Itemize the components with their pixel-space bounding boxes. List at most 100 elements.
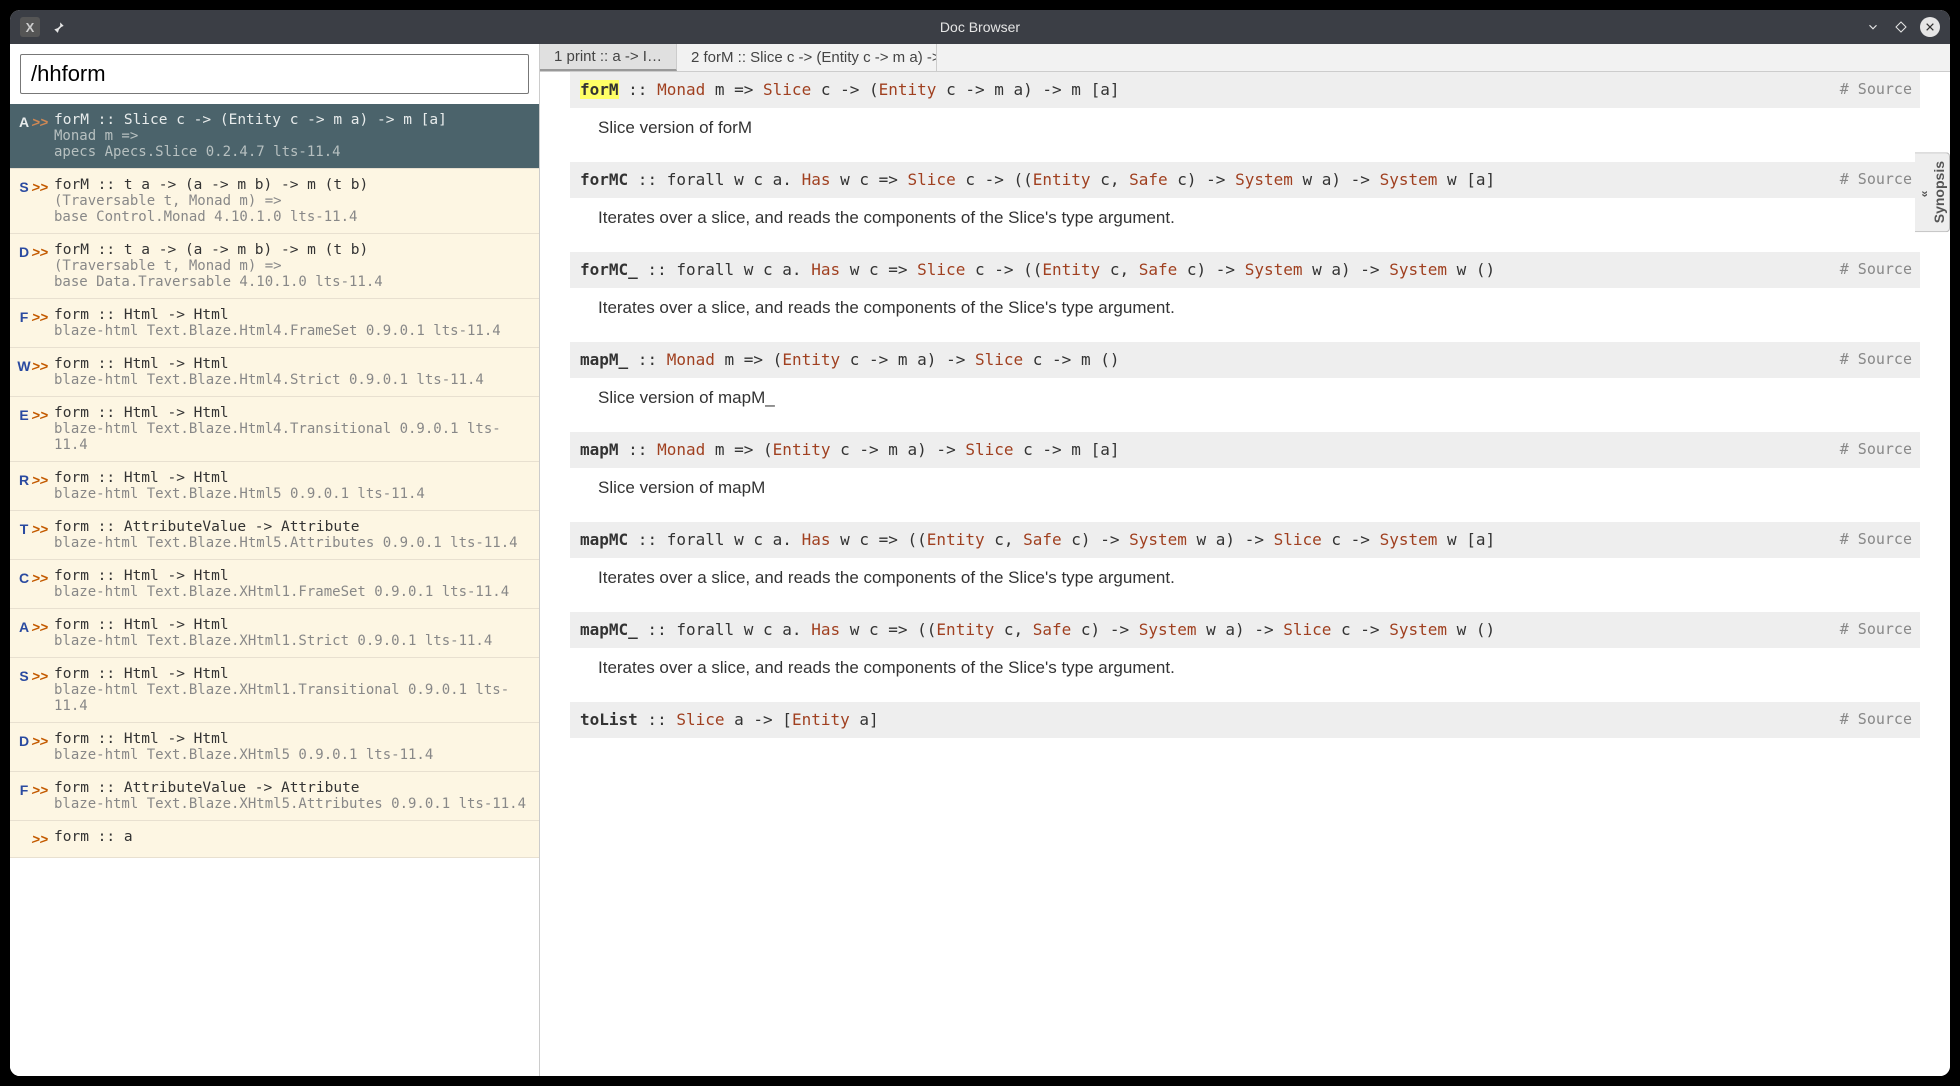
source-link[interactable]: # Source	[1840, 168, 1912, 191]
result-key: D	[16, 731, 32, 749]
result-context: (Traversable t, Monad m) =>	[54, 193, 531, 209]
result-item[interactable]: T>>form :: AttributeValue -> Attributebl…	[10, 511, 539, 560]
result-signature: form :: Html -> Html	[54, 356, 531, 372]
tabs: 1 print :: a -> I…2 forM :: Slice c -> (…	[540, 44, 1950, 72]
source-link[interactable]: # Source	[1840, 78, 1912, 101]
result-item[interactable]: D>>forM :: t a -> (a -> m b) -> m (t b)(…	[10, 234, 539, 299]
result-meta: blaze-html Text.Blaze.XHtml1.Strict 0.9.…	[54, 633, 531, 649]
doc-entry: forMC :: forall w c a. Has w c => Slice …	[570, 162, 1920, 238]
doc-entry: mapMC_ :: forall w c a. Has w c => ((Ent…	[570, 612, 1920, 688]
result-signature: form :: Html -> Html	[54, 307, 531, 323]
result-context: (Traversable t, Monad m) =>	[54, 258, 531, 274]
source-link[interactable]: # Source	[1840, 528, 1912, 551]
haskell-icon: >>	[32, 470, 54, 490]
result-signature: form :: Html -> Html	[54, 470, 531, 486]
result-item[interactable]: D>>form :: Html -> Htmlblaze-html Text.B…	[10, 723, 539, 772]
result-signature: forM :: t a -> (a -> m b) -> m (t b)	[54, 177, 531, 193]
pin-icon[interactable]	[50, 18, 68, 36]
main-pane: 1 print :: a -> I…2 forM :: Slice c -> (…	[540, 44, 1950, 1076]
result-item[interactable]: W>>form :: Html -> Htmlblaze-html Text.B…	[10, 348, 539, 397]
synopsis-toggle[interactable]: « Synopsis	[1915, 152, 1950, 232]
source-link[interactable]: # Source	[1840, 708, 1912, 731]
doc-description: Slice version of forM	[570, 108, 1920, 148]
result-signature: form :: Html -> Html	[54, 568, 531, 584]
result-item[interactable]: A>>form :: Html -> Htmlblaze-html Text.B…	[10, 609, 539, 658]
result-key: W	[16, 356, 32, 374]
results-list[interactable]: A>>forM :: Slice c -> (Entity c -> m a) …	[10, 104, 539, 1076]
result-item[interactable]: F>>form :: AttributeValue -> Attributebl…	[10, 772, 539, 821]
source-link[interactable]: # Source	[1840, 438, 1912, 461]
sidebar: A>>forM :: Slice c -> (Entity c -> m a) …	[10, 44, 540, 1076]
result-meta: base Control.Monad 4.10.1.0 lts-11.4	[54, 209, 531, 225]
result-signature: forM :: t a -> (a -> m b) -> m (t b)	[54, 242, 531, 258]
maximize-icon[interactable]	[1892, 18, 1910, 36]
source-link[interactable]: # Source	[1840, 618, 1912, 641]
tab[interactable]: 1 print :: a -> I…	[540, 44, 677, 71]
haskell-icon: >>	[32, 519, 54, 539]
result-key: S	[16, 666, 32, 684]
doc-entry: mapMC :: forall w c a. Has w c => ((Enti…	[570, 522, 1920, 598]
haskell-icon: >>	[32, 405, 54, 425]
haskell-icon: >>	[32, 780, 54, 800]
signature-bar: forMC_ :: forall w c a. Has w c => Slice…	[570, 252, 1920, 288]
haskell-icon: >>	[32, 568, 54, 588]
signature-bar: forMC :: forall w c a. Has w c => Slice …	[570, 162, 1920, 198]
result-key: F	[16, 307, 32, 325]
doc-view[interactable]: « Synopsis forM :: Monad m => Slice c ->…	[540, 72, 1950, 1076]
result-item[interactable]: S>>form :: Html -> Htmlblaze-html Text.B…	[10, 658, 539, 723]
result-key: A	[16, 617, 32, 635]
result-signature: form :: Html -> Html	[54, 405, 531, 421]
window-title: Doc Browser	[940, 19, 1020, 35]
haskell-icon: >>	[32, 307, 54, 327]
result-context: Monad m =>	[54, 128, 531, 144]
minimize-icon[interactable]	[1864, 18, 1882, 36]
haskell-icon: >>	[32, 731, 54, 751]
result-item[interactable]: A>>forM :: Slice c -> (Entity c -> m a) …	[10, 104, 539, 169]
doc-entry: toList :: Slice a -> [Entity a]# Source	[570, 702, 1920, 738]
result-signature: form :: Html -> Html	[54, 731, 531, 747]
doc-description: Iterates over a slice, and reads the com…	[570, 648, 1920, 688]
haskell-icon: >>	[32, 666, 54, 686]
result-meta: blaze-html Text.Blaze.Html4.Transitional…	[54, 421, 531, 453]
synopsis-label: Synopsis	[1931, 161, 1947, 223]
result-signature: form :: AttributeValue -> Attribute	[54, 519, 531, 535]
doc-entry: mapM_ :: Monad m => (Entity c -> m a) ->…	[570, 342, 1920, 418]
result-meta: blaze-html Text.Blaze.XHtml5 0.9.0.1 lts…	[54, 747, 531, 763]
result-item[interactable]: E>>form :: Html -> Htmlblaze-html Text.B…	[10, 397, 539, 462]
result-signature: form :: a	[54, 829, 531, 845]
result-meta: blaze-html Text.Blaze.XHtml5.Attributes …	[54, 796, 531, 812]
tab[interactable]: 2 forM :: Slice c -> (Entity c -> m a) -…	[677, 44, 937, 71]
result-signature: form :: AttributeValue -> Attribute	[54, 780, 531, 796]
signature-bar: mapM_ :: Monad m => (Entity c -> m a) ->…	[570, 342, 1920, 378]
result-item[interactable]: F>>form :: Html -> Htmlblaze-html Text.B…	[10, 299, 539, 348]
search-input[interactable]	[20, 54, 529, 94]
result-meta: blaze-html Text.Blaze.XHtml1.Transitiona…	[54, 682, 531, 714]
result-meta: blaze-html Text.Blaze.Html5 0.9.0.1 lts-…	[54, 486, 531, 502]
result-key: A	[16, 112, 32, 130]
source-link[interactable]: # Source	[1840, 348, 1912, 371]
doc-description: Iterates over a slice, and reads the com…	[570, 288, 1920, 328]
signature-bar: mapMC_ :: forall w c a. Has w c => ((Ent…	[570, 612, 1920, 648]
close-icon[interactable]	[1920, 17, 1940, 37]
result-signature: form :: Html -> Html	[54, 617, 531, 633]
doc-description: Iterates over a slice, and reads the com…	[570, 558, 1920, 598]
result-key: S	[16, 177, 32, 195]
doc-entry: mapM :: Monad m => (Entity c -> m a) -> …	[570, 432, 1920, 508]
result-meta: blaze-html Text.Blaze.Html4.Strict 0.9.0…	[54, 372, 531, 388]
result-item[interactable]: R>>form :: Html -> Htmlblaze-html Text.B…	[10, 462, 539, 511]
result-key: E	[16, 405, 32, 423]
result-item[interactable]: >>form :: a	[10, 821, 539, 858]
result-item[interactable]: C>>form :: Html -> Htmlblaze-html Text.B…	[10, 560, 539, 609]
doc-entry: forM :: Monad m => Slice c -> (Entity c …	[570, 72, 1920, 148]
haskell-icon: >>	[32, 617, 54, 637]
result-meta: apecs Apecs.Slice 0.2.4.7 lts-11.4	[54, 144, 531, 160]
signature-bar: toList :: Slice a -> [Entity a]# Source	[570, 702, 1920, 738]
source-link[interactable]: # Source	[1840, 258, 1912, 281]
result-item[interactable]: S>>forM :: t a -> (a -> m b) -> m (t b)(…	[10, 169, 539, 234]
doc-description: Slice version of mapM_	[570, 378, 1920, 418]
result-key: R	[16, 470, 32, 488]
signature-bar: mapM :: Monad m => (Entity c -> m a) -> …	[570, 432, 1920, 468]
doc-entry: forMC_ :: forall w c a. Has w c => Slice…	[570, 252, 1920, 328]
result-key: T	[16, 519, 32, 537]
haskell-icon: >>	[32, 356, 54, 376]
